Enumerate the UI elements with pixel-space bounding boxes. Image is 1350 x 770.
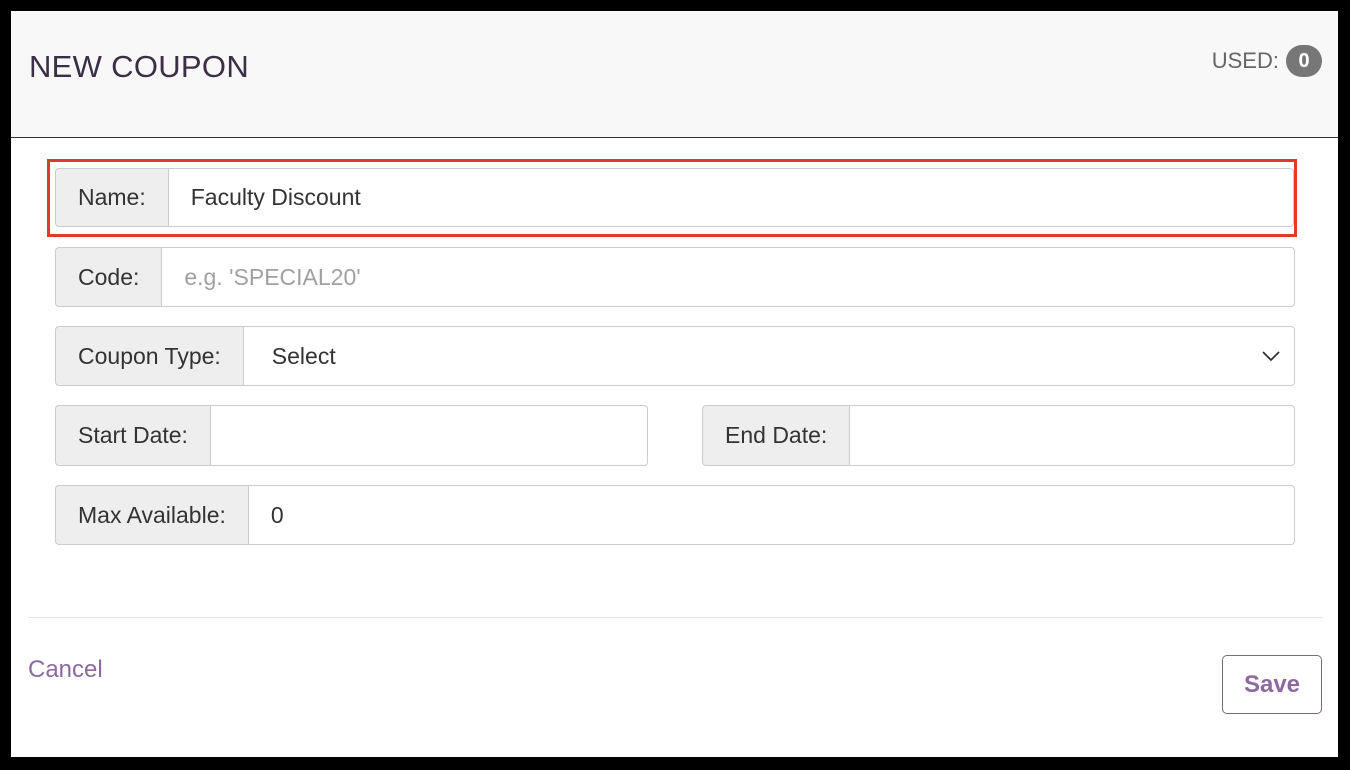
- start-date-row: Start Date:: [55, 405, 648, 466]
- end-date-row: End Date:: [702, 405, 1295, 466]
- used-indicator: USED: 0: [1212, 45, 1322, 77]
- code-row: Code:: [55, 247, 1295, 307]
- end-date-input[interactable]: [849, 405, 1295, 466]
- end-date-label: End Date:: [702, 405, 850, 466]
- max-available-label: Max Available:: [55, 485, 248, 545]
- save-button[interactable]: Save: [1222, 655, 1322, 714]
- footer-divider: [28, 617, 1322, 618]
- coupon-type-select[interactable]: Select: [242, 326, 1295, 386]
- dialog-title: NEW COUPON: [29, 49, 249, 84]
- dialog-header: NEW COUPON USED: 0: [11, 11, 1338, 138]
- name-row: Name:: [55, 168, 1294, 227]
- new-coupon-dialog: NEW COUPON USED: 0 Name: Code: Coupon Ty…: [11, 11, 1338, 757]
- name-label: Name:: [55, 168, 168, 227]
- coupon-type-selected-value: Select: [271, 342, 336, 369]
- coupon-type-row: Coupon Type: Select: [55, 326, 1295, 386]
- start-date-input[interactable]: [209, 405, 648, 466]
- max-available-row: Max Available:: [55, 485, 1295, 545]
- start-date-label: Start Date:: [55, 405, 210, 466]
- cancel-link[interactable]: Cancel: [28, 656, 103, 684]
- code-label: Code:: [55, 247, 162, 307]
- used-count-badge: 0: [1286, 45, 1322, 77]
- max-available-input[interactable]: [247, 485, 1295, 545]
- chevron-down-icon: [1262, 347, 1280, 365]
- coupon-type-label: Coupon Type:: [55, 326, 243, 386]
- name-input[interactable]: [167, 168, 1294, 227]
- used-label: USED:: [1211, 48, 1279, 73]
- code-input[interactable]: [161, 247, 1295, 307]
